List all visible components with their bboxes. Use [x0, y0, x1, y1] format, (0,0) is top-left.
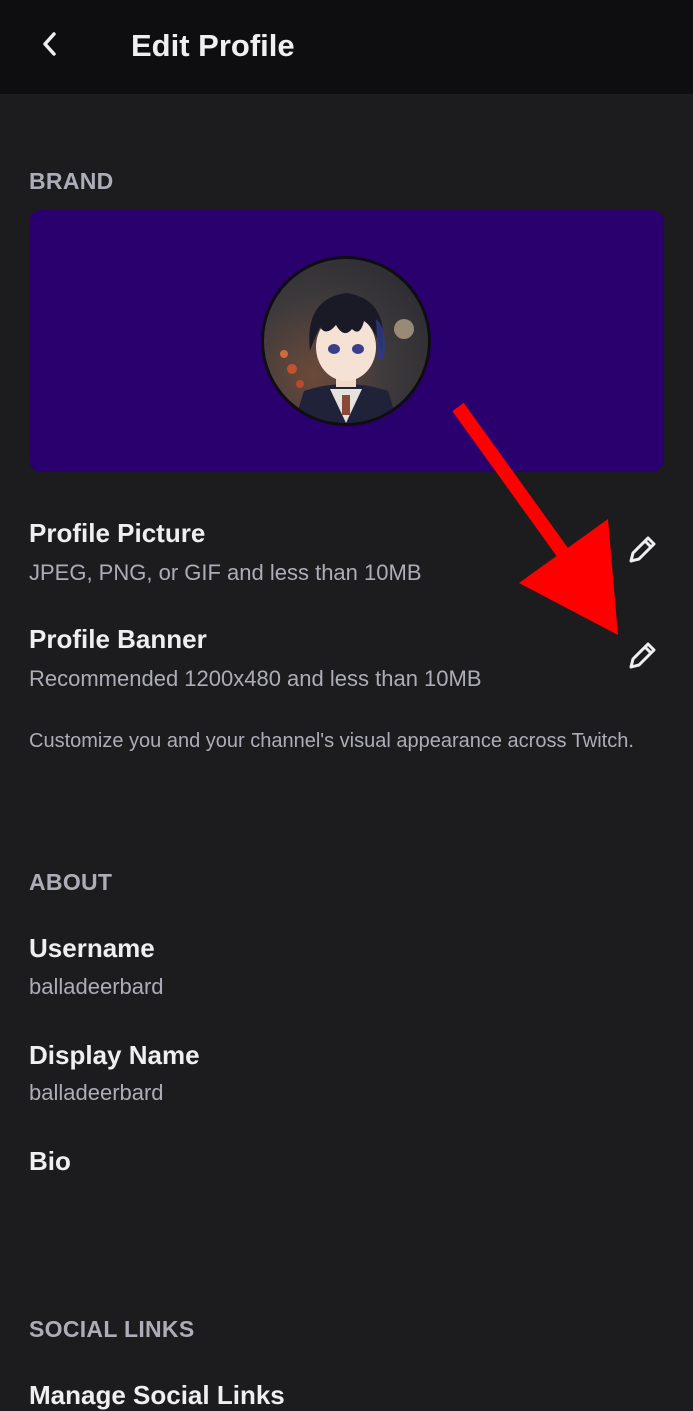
profile-banner-requirements: Recommended 1200x480 and less than 10MB [29, 666, 482, 691]
pencil-icon [629, 536, 656, 563]
edit-profile-banner-button[interactable] [620, 634, 664, 678]
pencil-icon [629, 642, 656, 669]
edit-profile-picture-button[interactable] [620, 528, 664, 572]
section-label-about: ABOUT [29, 869, 113, 895]
display-name-label: Display Name [29, 1040, 200, 1070]
profile-picture-avatar[interactable] [261, 256, 431, 426]
brand-help-text: Customize you and your channel's visual … [29, 730, 634, 752]
profile-picture-title: Profile Picture [29, 518, 206, 548]
section-label-social-links: SOCIAL LINKS [29, 1316, 195, 1342]
chevron-left-icon [43, 32, 56, 56]
profile-picture-requirements: JPEG, PNG, or GIF and less than 10MB [29, 560, 422, 585]
manage-social-links[interactable]: Manage Social Links [29, 1380, 285, 1411]
top-app-bar: Edit Profile [0, 0, 693, 94]
bio-value[interactable] [29, 1188, 659, 1248]
back-button[interactable] [30, 22, 70, 66]
avatar-image [264, 259, 428, 423]
bio-label: Bio [29, 1146, 71, 1176]
page-title: Edit Profile [131, 28, 295, 63]
profile-banner-title: Profile Banner [29, 624, 207, 654]
display-name-value[interactable]: balladeerbard [29, 1080, 164, 1106]
username-label: Username [29, 933, 155, 963]
username-value[interactable]: balladeerbard [29, 974, 164, 1000]
section-label-brand: BRAND [29, 168, 114, 194]
